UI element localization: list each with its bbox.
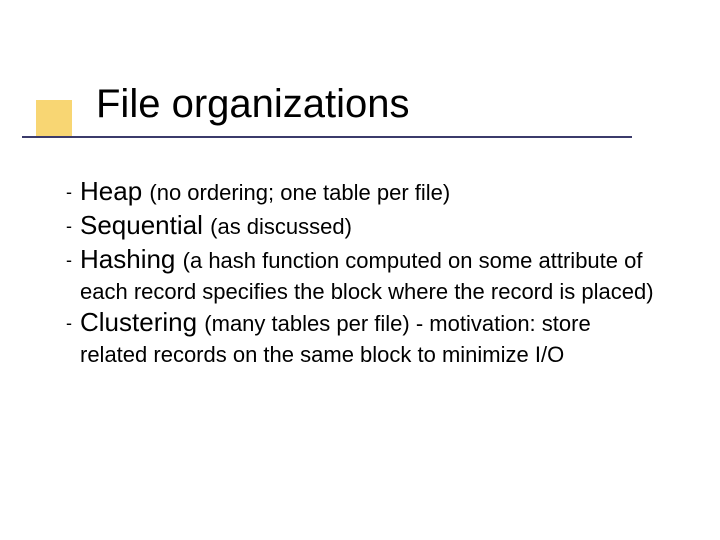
title-area: File organizations <box>96 82 410 126</box>
item-note: as discussed <box>217 214 344 239</box>
item-note: no ordering; one table per file <box>157 180 443 205</box>
bullet-dash: - <box>58 307 80 339</box>
bullet-dash: - <box>58 176 80 208</box>
item-body-heap: Heap (no ordering; one table per file) <box>80 176 450 207</box>
item-name: Hashing <box>80 244 175 274</box>
paren-close: ) <box>402 311 409 336</box>
paren-close: ) <box>443 180 450 205</box>
list-item: - Sequential (as discussed) <box>58 210 658 242</box>
item-name: Sequential <box>80 210 203 240</box>
item-note: many tables per file <box>212 311 403 336</box>
paren-open: ( <box>149 180 156 205</box>
list-item: - Hashing (a hash function computed on s… <box>58 244 658 305</box>
item-body-clustering: Clustering (many tables per file) - moti… <box>80 307 658 368</box>
item-body-sequential: Sequential (as discussed) <box>80 210 352 241</box>
title-underline <box>22 136 632 138</box>
item-name: Heap <box>80 176 142 206</box>
paren-open: ( <box>204 311 211 336</box>
title-accent-square <box>36 100 72 136</box>
slide-title: File organizations <box>96 82 410 126</box>
list-item: - Heap (no ordering; one table per file) <box>58 176 658 208</box>
bullet-dash: - <box>58 210 80 242</box>
list-item: - Clustering (many tables per file) - mo… <box>58 307 658 368</box>
item-dash: - <box>410 311 430 336</box>
bullet-dash: - <box>58 244 80 276</box>
item-name: Clustering <box>80 307 197 337</box>
paren-open: ( <box>183 248 190 273</box>
paren-close: ) <box>646 279 653 304</box>
item-body-hashing: Hashing (a hash function computed on som… <box>80 244 658 305</box>
paren-close: ) <box>345 214 352 239</box>
content-area: - Heap (no ordering; one table per file)… <box>58 176 658 371</box>
